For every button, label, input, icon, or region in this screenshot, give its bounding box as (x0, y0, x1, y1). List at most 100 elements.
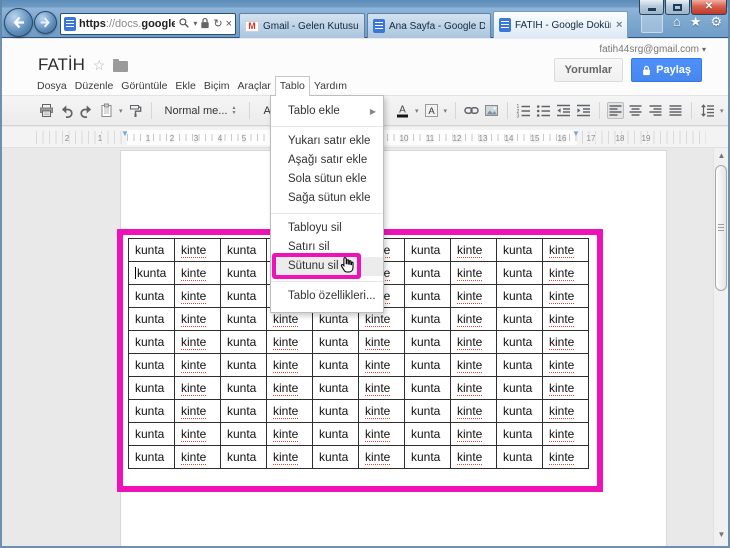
outdent-icon[interactable] (555, 102, 572, 119)
ruler-number: 11 (425, 134, 435, 143)
indent-icon[interactable] (575, 102, 592, 119)
align-right-icon[interactable] (647, 102, 664, 119)
maximize-button[interactable] (665, 0, 690, 15)
line-spacing-icon[interactable] (699, 102, 716, 119)
text-color-icon[interactable]: A (394, 102, 411, 119)
new-tab-button[interactable] (641, 13, 663, 33)
menu-item-tablo-özellikleri-[interactable]: Tablo özellikleri... (271, 287, 383, 306)
styles-value: Normal me... (164, 104, 228, 117)
browser-tab-3[interactable]: FATİH - Google Doküma... × (493, 11, 629, 38)
styles-dropdown[interactable]: Normal me... ▲ ▼ (159, 105, 243, 117)
indent-marker-icon[interactable]: ▼ (572, 129, 580, 138)
link-icon[interactable] (463, 102, 480, 119)
menu-item-sola-sütun-ekle[interactable]: Sola sütun ekle (271, 170, 383, 189)
toolbar-separator (150, 102, 152, 119)
google-docs-icon (499, 18, 511, 32)
search-icon[interactable] (178, 17, 190, 32)
browser-tab-2[interactable]: Ana Sayfa - Google Doküm... (367, 13, 491, 38)
menu-item-sağa-sütun-ekle[interactable]: Sağa sütun ekle (271, 189, 383, 208)
highlight-icon[interactable]: A (423, 102, 440, 119)
account-email: fatih44srg@gmail.com (599, 44, 699, 55)
close-button[interactable]: ✕ (691, 0, 727, 15)
toolbar-separator (249, 102, 251, 119)
share-button[interactable]: Paylaş (631, 58, 702, 82)
bulleted-list-icon[interactable] (535, 102, 552, 119)
home-icon[interactable]: ⌂ (673, 15, 681, 28)
align-left-icon[interactable] (607, 102, 625, 119)
google-docs-icon (373, 19, 385, 33)
submenu-arrow-icon: ▶ (369, 107, 376, 116)
minimize-icon (647, 8, 656, 11)
toolbar-separator (599, 102, 601, 119)
stop-icon[interactable]: × (226, 18, 232, 30)
menubar-item-tablo[interactable]: Tablo (274, 76, 310, 96)
ruler-number: 16 (557, 134, 567, 143)
ruler-number: 18 (615, 134, 625, 143)
minimize-button[interactable] (639, 0, 664, 15)
scrollbar-thumb[interactable] (715, 165, 727, 291)
align-center-icon[interactable] (627, 102, 644, 119)
browser-tab-1[interactable]: M Gmail - Gelen Kutusu (5) - f... (239, 13, 365, 38)
menu-item-yukarı-satır-ekle[interactable]: Yukarı satır ekle (271, 132, 383, 151)
vertical-scrollbar[interactable]: ▲ ▼ (713, 148, 728, 546)
scroll-down-arrow-icon[interactable]: ▼ (714, 528, 729, 542)
svg-text:A: A (399, 105, 406, 116)
justify-icon[interactable] (667, 102, 684, 119)
menu-item-aşağı-satır-ekle[interactable]: Aşağı satır ekle (271, 151, 383, 170)
menubar-item-biçim[interactable]: Biçim (200, 77, 234, 95)
numbered-list-icon[interactable]: 123 (515, 102, 532, 119)
svg-text:A: A (428, 106, 435, 117)
browser-action-icons: ⌂ ★ ⚙ (673, 15, 722, 28)
paint-format-icon[interactable] (127, 102, 144, 119)
comments-button[interactable]: Yorumlar (553, 58, 624, 82)
document-title[interactable]: FATİH (38, 55, 85, 75)
address-url[interactable]: https://docs.google.c... (79, 18, 175, 30)
menubar-item-dosya[interactable]: Dosya (33, 77, 71, 95)
forward-button[interactable] (34, 11, 57, 34)
docs-menubar: Dosya Düzenle Görüntüle Ekle Biçim Araçlar Tab… (33, 76, 351, 96)
back-arrow-icon (13, 16, 24, 29)
account-caret-icon: ▾ (701, 45, 706, 54)
menubar-item-yardım[interactable]: Yardım (310, 77, 351, 95)
tools-gear-icon[interactable]: ⚙ (710, 15, 722, 28)
tab-title: FATİH - Google Doküma... (515, 19, 611, 31)
star-document-icon[interactable]: ☆ (93, 57, 106, 74)
address-bar[interactable]: https://docs.google.c... ▾ ↻ × (60, 13, 236, 35)
caret-down-icon[interactable]: ▾ (444, 107, 448, 115)
toolbar-right-group: A ▾ A ▾ 1 2 3 ▾ (394, 102, 725, 119)
tab-close-icon[interactable]: × (616, 19, 622, 31)
redo-icon[interactable] (78, 102, 95, 119)
back-button[interactable] (4, 8, 33, 37)
ruler-number: 19 (641, 134, 651, 143)
forward-arrow-icon (40, 17, 50, 28)
ruler-number: 2 (64, 134, 70, 143)
ruler-number: 4 (217, 134, 223, 143)
gmail-icon: M (245, 20, 259, 32)
ruler-number: 12 (452, 134, 462, 143)
print-icon[interactable] (38, 102, 55, 119)
docs-header: fatih44srg@gmail.com ▾ FATİH ☆ Yorumlar P… (0, 39, 730, 96)
menubar-item-görüntüle[interactable]: Görüntüle (117, 77, 171, 95)
caret-down-icon[interactable]: ▾ (720, 107, 724, 115)
caret-down-icon[interactable]: ▾ (119, 107, 123, 115)
folder-icon[interactable] (113, 58, 129, 72)
caret-down-icon[interactable]: ▾ (415, 107, 419, 115)
address-dropdown-icon[interactable]: ▾ (193, 20, 197, 28)
menubar-item-düzenle[interactable]: Düzenle (71, 77, 118, 95)
ruler-number: 5 (241, 134, 247, 143)
favorites-icon[interactable]: ★ (690, 15, 702, 28)
menubar-item-ekle[interactable]: Ekle (171, 77, 199, 95)
refresh-icon[interactable]: ↻ (213, 18, 222, 30)
updown-icon: ▲ ▼ (231, 105, 237, 116)
scroll-up-arrow-icon[interactable]: ▲ (714, 149, 729, 163)
page-favicon (64, 17, 76, 31)
tab-bar: M Gmail - Gelen Kutusu (5) - f... Ana Sayf… (239, 11, 629, 38)
insert-image-icon[interactable] (483, 102, 500, 119)
menu-item-tablo-ekle[interactable]: Tablo ekle ▶ (271, 102, 383, 121)
account-menu[interactable]: fatih44srg@gmail.com ▾ (599, 44, 706, 55)
undo-icon[interactable] (58, 102, 75, 119)
menubar-item-araçlar[interactable]: Araçlar (234, 77, 275, 95)
paste-icon[interactable] (98, 102, 115, 119)
menu-item-tabloyu-sil[interactable]: Tabloyu sil (271, 219, 383, 238)
indent-marker-icon[interactable]: ▼ (121, 129, 129, 138)
